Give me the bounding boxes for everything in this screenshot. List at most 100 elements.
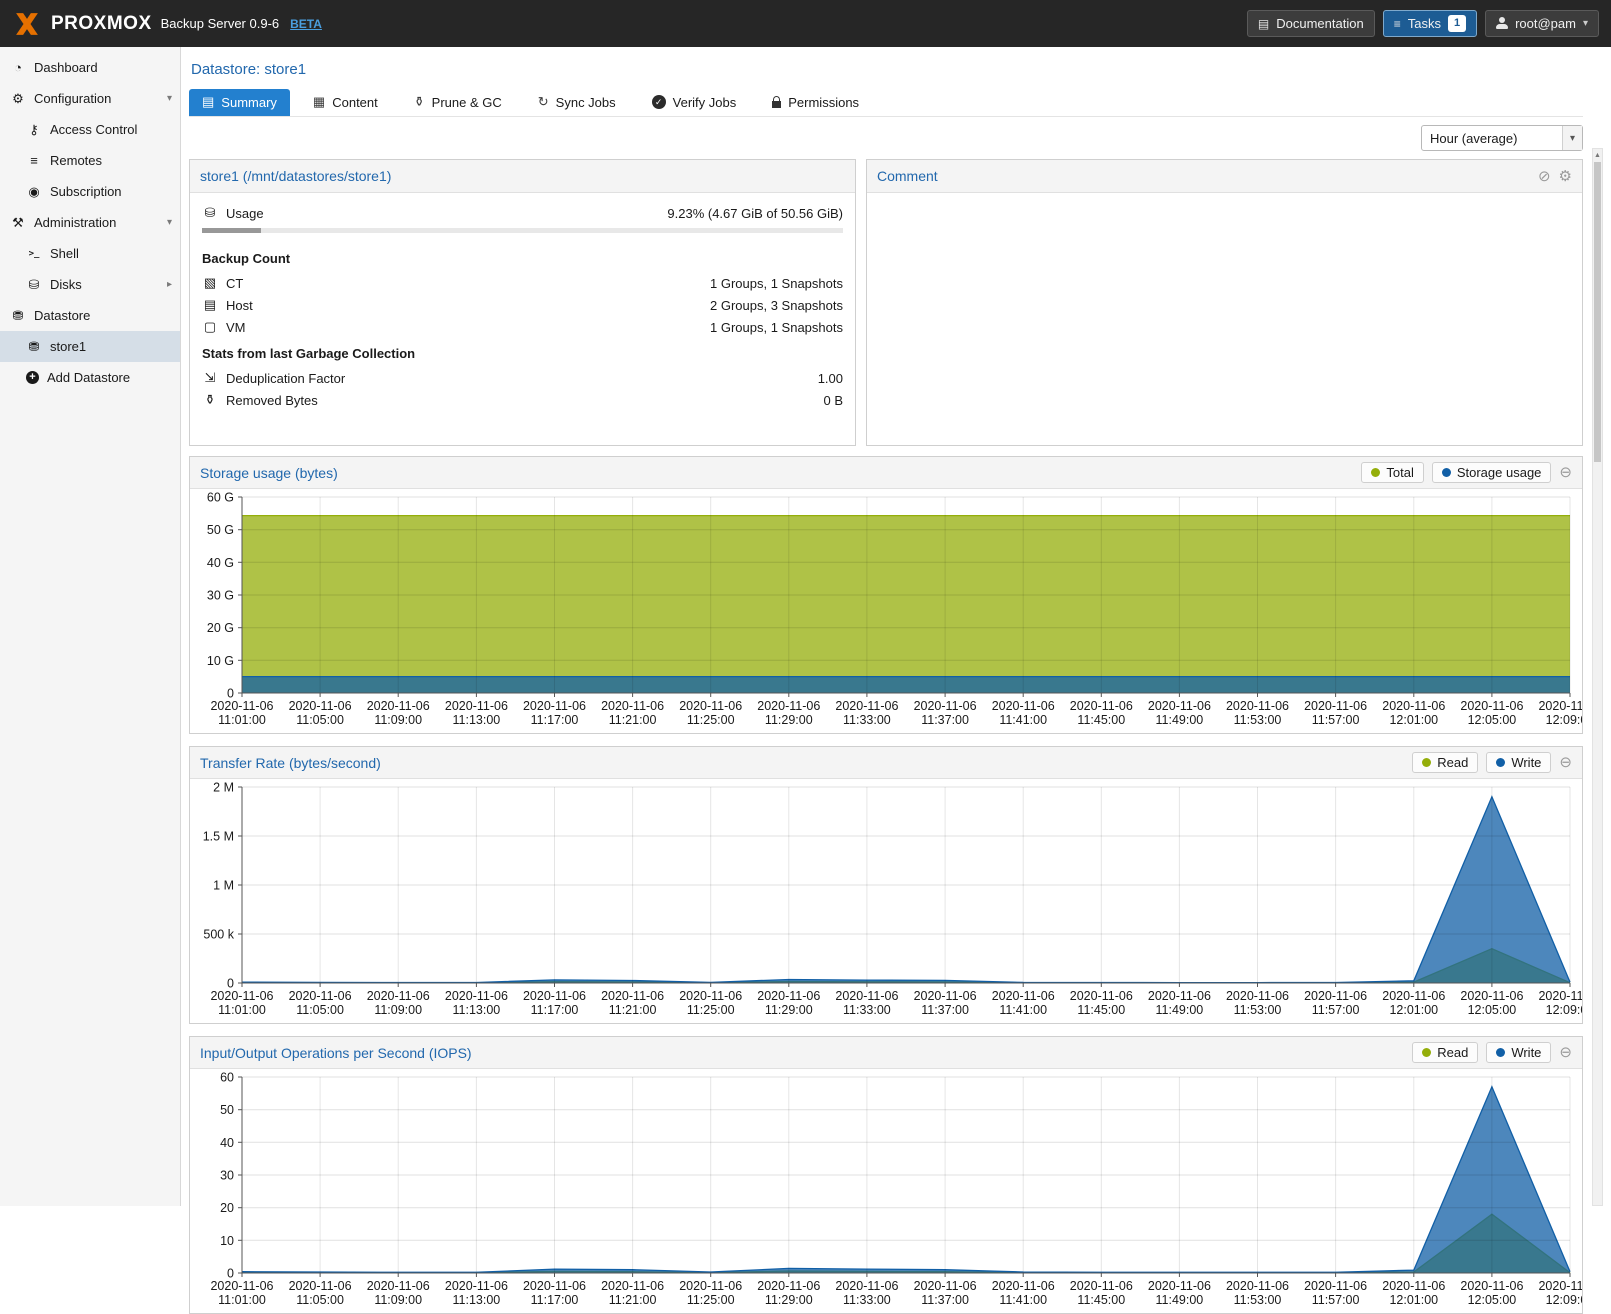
ct-icon: ▧ <box>202 275 218 291</box>
stat-row-vm: ▢VM1 Groups, 1 Snapshots <box>202 316 843 338</box>
svg-text:60: 60 <box>220 1071 234 1085</box>
svg-text:500 k: 500 k <box>203 928 234 942</box>
tab-verify-jobs[interactable]: ✓Verify Jobs <box>639 89 750 116</box>
svg-text:2020-11-06: 2020-11-06 <box>367 989 430 1003</box>
sidebar-item-shell[interactable]: >_Shell <box>0 238 180 269</box>
legend-total[interactable]: Total <box>1361 462 1423 483</box>
svg-text:12:01:00: 12:01:00 <box>1389 1293 1438 1307</box>
svg-text:12:05:00: 12:05:00 <box>1468 713 1517 727</box>
svg-text:2020-11-06: 2020-11-06 <box>1382 699 1445 713</box>
svg-text:11:25:00: 11:25:00 <box>687 713 735 727</box>
svg-text:11:49:00: 11:49:00 <box>1156 1003 1204 1017</box>
combo-arrow-icon[interactable]: ▾ <box>1562 126 1582 150</box>
tab-bar: ▤Summary ▦Content ⚱Prune & GC ↻Sync Jobs ✓Ve… <box>189 89 1583 117</box>
svg-text:2020-11-06: 2020-11-06 <box>1226 699 1289 713</box>
storage-usage-title: Storage usage (bytes) <box>200 465 338 481</box>
sidebar-item-datastore[interactable]: ⛃Datastore <box>0 300 180 331</box>
storage-usage-chart: 010 G20 G30 G40 G50 G60 G2020-11-0611:01… <box>190 489 1582 733</box>
svg-text:2020-11-06: 2020-11-06 <box>835 989 898 1003</box>
user-menu-button[interactable]: root@pam ▾ <box>1485 10 1599 37</box>
svg-text:2020-11-06: 2020-11-06 <box>210 989 273 1003</box>
caret-down-icon[interactable]: ▾ <box>167 93 172 104</box>
legend-write[interactable]: Write <box>1486 1042 1551 1063</box>
tab-prune-gc[interactable]: ⚱Prune & GC <box>401 89 515 116</box>
svg-text:12:05:00: 12:05:00 <box>1468 1003 1517 1017</box>
legend-storage-usage[interactable]: Storage usage <box>1432 462 1552 483</box>
legend-read[interactable]: Read <box>1412 752 1478 773</box>
svg-text:2020-11-06: 2020-11-06 <box>1304 989 1367 1003</box>
svg-text:11:41:00: 11:41:00 <box>999 1293 1047 1307</box>
scrollbar-thumb[interactable] <box>1594 162 1601 462</box>
sidebar-item-dashboard[interactable]: ◔Dashboard <box>0 52 180 83</box>
user-label: root@pam <box>1515 16 1576 31</box>
svg-text:11:53:00: 11:53:00 <box>1234 1293 1282 1307</box>
svg-text:11:01:00: 11:01:00 <box>218 713 266 727</box>
sidebar-item-subscription[interactable]: ◉Subscription <box>0 176 180 207</box>
svg-text:11:13:00: 11:13:00 <box>453 1003 501 1017</box>
svg-text:2020-11-06: 2020-11-06 <box>1304 699 1367 713</box>
svg-text:12:01:00: 12:01:00 <box>1389 713 1438 727</box>
svg-text:2020-11-06: 2020-11-06 <box>914 989 977 1003</box>
tab-label: Prune & GC <box>432 95 502 110</box>
gc-stats-rows: ⇲Deduplication Factor1.00⚱Removed Bytes0… <box>202 367 843 411</box>
summary-panel-body: ⛁ Usage 9.23% (4.67 GiB of 50.56 GiB) Ba… <box>190 193 855 445</box>
vertical-scrollbar[interactable]: ▲ <box>1592 148 1603 1206</box>
svg-text:2020-11-06: 2020-11-06 <box>1460 989 1523 1003</box>
sidebar-item-disks[interactable]: ⛁Disks▸ <box>0 269 180 300</box>
vm-icon: ▢ <box>202 319 218 335</box>
svg-text:2020-11-06: 2020-11-06 <box>679 989 742 1003</box>
svg-text:11:45:00: 11:45:00 <box>1077 1003 1125 1017</box>
tab-sync-jobs[interactable]: ↻Sync Jobs <box>525 89 629 116</box>
comment-panel-title: Comment <box>877 168 938 184</box>
scroll-up-icon[interactable]: ▲ <box>1593 149 1602 161</box>
transfer-rate-title: Transfer Rate (bytes/second) <box>200 755 381 771</box>
collapse-icon[interactable]: ⊖ <box>1559 755 1572 770</box>
hdd-icon: ⛁ <box>202 205 218 221</box>
beta-link[interactable]: BETA <box>290 17 322 31</box>
timeframe-select[interactable]: Hour (average) ▾ <box>1421 125 1583 151</box>
svg-text:2020-11-06: 2020-11-06 <box>1460 1279 1523 1293</box>
svg-text:2020-11-06: 2020-11-06 <box>289 989 352 1003</box>
sidebar-item-configuration[interactable]: ⚙Configuration▾ <box>0 83 180 114</box>
svg-text:12:09:00: 12:09:00 <box>1546 1293 1582 1307</box>
storage-usage-header: Storage usage (bytes) Total Storage usage… <box>190 457 1582 489</box>
sidebar-item-administration[interactable]: ⚒Administration▾ <box>0 207 180 238</box>
legend-write[interactable]: Write <box>1486 752 1551 773</box>
sidebar-item-store1[interactable]: ⛃store1 <box>0 331 180 362</box>
svg-text:2020-11-06: 2020-11-06 <box>445 989 508 1003</box>
stat-value: 2 Groups, 3 Snapshots <box>710 298 843 313</box>
removed-icon: ⚱ <box>202 392 218 408</box>
caret-down-icon[interactable]: ▾ <box>167 217 172 228</box>
svg-text:11:29:00: 11:29:00 <box>765 1293 813 1307</box>
svg-text:11:21:00: 11:21:00 <box>609 713 657 727</box>
comment-panel-body[interactable] <box>867 193 1582 445</box>
svg-text:50: 50 <box>220 1103 234 1117</box>
clear-icon[interactable]: ⊘ <box>1538 169 1551 184</box>
sidebar-item-access-control[interactable]: ⚷Access Control <box>0 114 180 145</box>
svg-text:11:05:00: 11:05:00 <box>296 1003 344 1017</box>
tasks-button[interactable]: ≡ Tasks 1 <box>1383 10 1477 37</box>
documentation-button[interactable]: ▤ Documentation <box>1247 10 1375 37</box>
collapse-icon[interactable]: ⊖ <box>1559 465 1572 480</box>
sidebar-item-add-datastore[interactable]: +Add Datastore <box>0 362 180 393</box>
svg-text:2020-11-06: 2020-11-06 <box>289 1279 352 1293</box>
collapse-icon[interactable]: ⊖ <box>1559 1045 1572 1060</box>
caret-down-icon: ▾ <box>1583 18 1588 29</box>
tab-summary[interactable]: ▤Summary <box>189 89 290 116</box>
sidebar-item-label: Administration <box>34 215 159 230</box>
svg-text:2020-11-06: 2020-11-06 <box>1226 989 1289 1003</box>
legend-read[interactable]: Read <box>1412 1042 1478 1063</box>
sidebar-item-remotes[interactable]: ≡Remotes <box>0 145 180 176</box>
sidebar-item-label: Add Datastore <box>47 370 172 385</box>
svg-text:12:09:00: 12:09:00 <box>1546 713 1582 727</box>
tab-permissions[interactable]: Permissions <box>759 89 872 116</box>
stat-label: VM <box>226 320 246 335</box>
transfer-rate-chart: 0500 k1 M1.5 M2 M2020-11-0611:01:002020-… <box>190 779 1582 1023</box>
tab-content[interactable]: ▦Content <box>300 89 391 116</box>
caret-right-icon[interactable]: ▸ <box>167 279 172 290</box>
legend-dot-icon <box>1496 1048 1505 1057</box>
svg-text:11:01:00: 11:01:00 <box>218 1293 266 1307</box>
svg-text:2020-11-06: 2020-11-06 <box>1148 989 1211 1003</box>
settings-icon[interactable]: ⚙ <box>1559 169 1572 184</box>
backup-count-rows: ▧CT1 Groups, 1 Snapshots▤Host2 Groups, 3… <box>202 272 843 338</box>
